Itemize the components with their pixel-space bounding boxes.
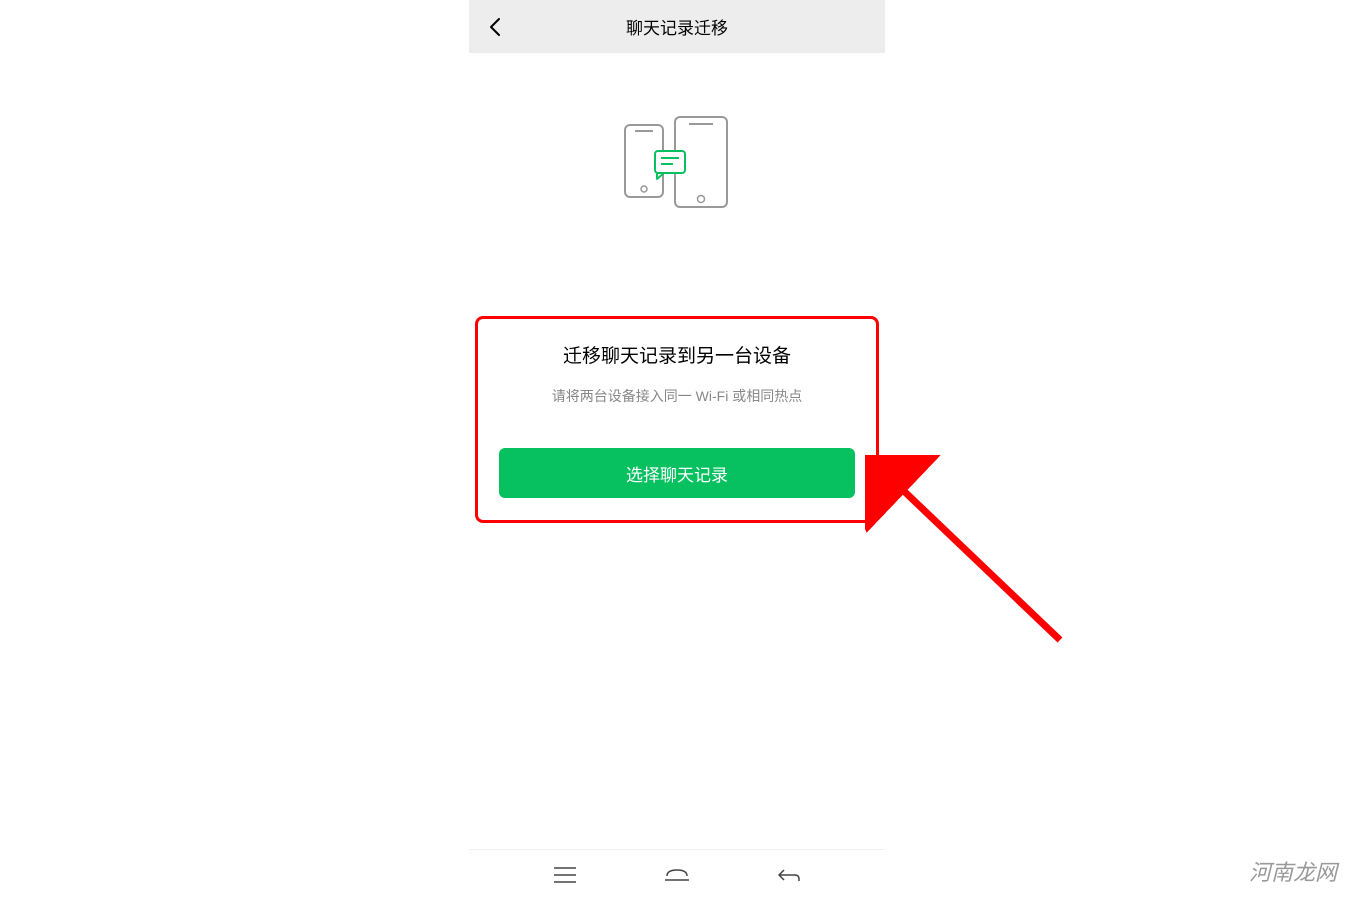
select-chat-button[interactable]: 选择聊天记录 (499, 448, 854, 498)
content-area: 迁移聊天记录到另一台设备 请将两台设备接入同一 Wi-Fi 或相同热点 选择聊天… (469, 53, 885, 849)
section-description: 请将两台设备接入同一 Wi-Fi 或相同热点 (490, 386, 864, 406)
menu-icon (554, 867, 576, 883)
chevron-left-icon (489, 17, 501, 37)
nav-back-button[interactable] (776, 862, 802, 888)
nav-menu-button[interactable] (552, 862, 578, 888)
system-nav-bar (469, 849, 885, 899)
highlight-annotation: 迁移聊天记录到另一台设备 请将两台设备接入同一 Wi-Fi 或相同热点 选择聊天… (475, 316, 879, 523)
section-title: 迁移聊天记录到另一台设备 (490, 341, 864, 368)
back-icon (777, 866, 801, 884)
arrow-annotation (865, 455, 1075, 655)
phone-frame: 聊天记录迁移 迁移聊天记录到另一台设备 请将两台设备接入同一 Wi- (469, 0, 885, 899)
transfer-illustration (617, 113, 737, 213)
nav-home-button[interactable] (664, 862, 690, 888)
page-title: 聊天记录迁移 (469, 14, 885, 39)
home-icon (665, 866, 689, 884)
app-header: 聊天记录迁移 (469, 0, 885, 53)
back-button[interactable] (483, 15, 507, 39)
watermark: 河南龙网 (1249, 855, 1337, 887)
